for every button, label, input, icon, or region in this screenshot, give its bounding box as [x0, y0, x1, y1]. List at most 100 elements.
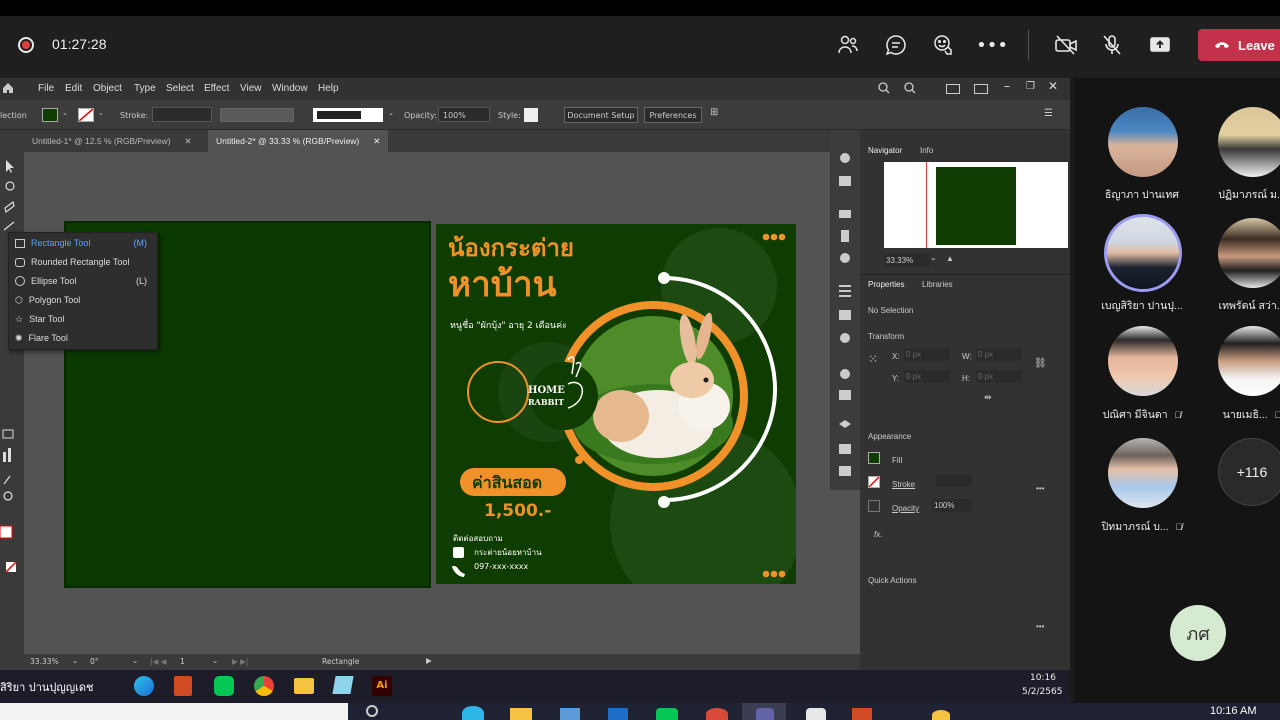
style-swatch[interactable]	[524, 108, 538, 122]
tab-libraries[interactable]: Libraries	[922, 280, 953, 289]
link-icon[interactable]: ⛓	[1034, 358, 1047, 369]
chevron-down-icon[interactable]: ⌄	[72, 656, 78, 665]
flyout-rounded-rectangle-tool[interactable]: Rounded Rectangle Tool	[15, 253, 155, 271]
status-artboard[interactable]: 1	[180, 657, 185, 666]
menu-edit[interactable]: Edit	[65, 83, 82, 94]
more-participants-button[interactable]: +116	[1218, 438, 1280, 506]
participants-icon[interactable]	[834, 31, 862, 59]
home-icon[interactable]	[2, 82, 14, 97]
close-icon[interactable]: ✕	[373, 136, 380, 147]
close-icon[interactable]: ✕	[1048, 79, 1058, 93]
more-icon[interactable]: •••	[1036, 622, 1044, 631]
brush-definition-field[interactable]	[313, 108, 383, 122]
leave-button[interactable]: Leave	[1198, 29, 1280, 61]
menu-select[interactable]: Select	[166, 83, 194, 94]
document-setup-button[interactable]: Document Setup	[564, 107, 638, 123]
participant-avatar[interactable]	[1108, 326, 1178, 396]
menu-view[interactable]: View	[240, 83, 262, 94]
opacity-link[interactable]: Opacity	[892, 504, 919, 513]
participant-avatar[interactable]	[1218, 107, 1280, 177]
raise-hand-icon[interactable]	[930, 31, 958, 59]
participant-avatar[interactable]	[1218, 218, 1280, 288]
stroke-link[interactable]: Stroke	[892, 480, 915, 489]
more-icon[interactable]: •••	[1036, 484, 1044, 493]
tools-icons[interactable]	[0, 152, 24, 667]
appearance-stroke-swatch[interactable]	[868, 476, 880, 488]
weather-icon[interactable]	[932, 710, 950, 720]
arrange-docs-icon[interactable]	[946, 84, 960, 94]
menu-help[interactable]: Help	[318, 83, 339, 94]
fx-button[interactable]: fx.	[874, 530, 882, 539]
camera-off-icon[interactable]	[1052, 31, 1080, 59]
fill-swatch[interactable]	[42, 108, 58, 122]
artboard-first-icon[interactable]: |◀ ◀	[150, 657, 166, 666]
powerpoint-icon[interactable]	[852, 708, 872, 720]
h-field[interactable]: 0 px	[976, 370, 1022, 383]
tab-navigator[interactable]: Navigator	[868, 146, 902, 155]
panel-menu-icon[interactable]: ☰	[1044, 108, 1053, 119]
participant-avatar[interactable]	[1108, 438, 1178, 508]
edge-icon[interactable]	[462, 706, 484, 720]
minimize-icon[interactable]: –	[1004, 79, 1010, 93]
navigator-zoom-field[interactable]: 33.33%	[884, 254, 930, 267]
app-icon[interactable]	[332, 676, 354, 694]
more-options-icon[interactable]: •••	[976, 31, 1008, 59]
chevron-down-icon[interactable]: ⌄	[388, 109, 394, 117]
chevron-down-icon[interactable]: ⌄	[930, 253, 937, 262]
share-screen-icon[interactable]	[1146, 31, 1174, 59]
flyout-rectangle-tool[interactable]: Rectangle Tool (M)	[15, 234, 155, 252]
flyout-polygon-tool[interactable]: ⬡ Polygon Tool	[15, 291, 155, 309]
participant-avatar[interactable]	[1218, 326, 1280, 396]
menu-file[interactable]: File	[38, 83, 54, 94]
line-app-icon[interactable]	[214, 676, 234, 696]
menu-type[interactable]: Type	[134, 83, 156, 94]
chevron-down-icon[interactable]: ⌄	[98, 109, 104, 117]
illustrator-icon[interactable]: Ai	[372, 676, 392, 696]
w-field[interactable]: 0 px	[976, 348, 1022, 361]
edge-icon[interactable]	[134, 676, 154, 696]
preferences-button[interactable]: Preferences	[644, 107, 702, 123]
status-arrow-icon[interactable]: ▶	[426, 656, 432, 665]
chevron-down-icon[interactable]: ⌄	[132, 656, 138, 665]
participant-avatar[interactable]	[1108, 107, 1178, 177]
stroke-weight-field[interactable]	[152, 107, 212, 122]
search-icon[interactable]	[904, 82, 916, 97]
tab-untitled-1[interactable]: Untitled-1* @ 12.5 % (RGB/Preview) ✕	[24, 130, 200, 152]
panel-icons[interactable]	[830, 130, 860, 490]
status-rotation[interactable]: 0°	[90, 657, 99, 666]
reference-point-icon[interactable]: ⁙	[868, 352, 878, 366]
menu-effect[interactable]: Effect	[204, 83, 229, 94]
artboard-next-icon[interactable]: ▶ ▶|	[232, 657, 248, 666]
file-explorer-icon[interactable]	[294, 678, 314, 694]
stroke-none-swatch[interactable]	[78, 108, 94, 122]
flyout-star-tool[interactable]: ☆ Star Tool	[15, 310, 155, 328]
stroke-weight-field[interactable]	[936, 474, 972, 487]
chrome-icon[interactable]	[706, 708, 728, 720]
chevron-down-icon[interactable]: ⌄	[212, 656, 218, 665]
tab-properties[interactable]: Properties	[868, 280, 904, 289]
menu-object[interactable]: Object	[93, 83, 122, 94]
menu-window[interactable]: Window	[272, 83, 308, 94]
line-app-icon[interactable]	[656, 708, 678, 720]
navigator-preview[interactable]	[884, 162, 1068, 248]
zoom-out-icon[interactable]: ▲	[946, 254, 954, 263]
self-avatar[interactable]: ภศ	[1170, 605, 1226, 661]
workspace-icon[interactable]	[974, 84, 988, 94]
arrange-icon[interactable]: ⊞	[710, 107, 718, 118]
maximize-icon[interactable]: ❐	[1026, 81, 1035, 92]
x-field[interactable]: 0 px	[904, 348, 950, 361]
tab-info[interactable]: Info	[920, 146, 933, 155]
participant-avatar-speaking[interactable]	[1104, 214, 1182, 292]
search-help-icon[interactable]	[878, 82, 890, 97]
taskbar-search-box[interactable]	[0, 703, 348, 720]
y-field[interactable]: 0 px	[904, 370, 950, 383]
chevron-down-icon[interactable]: ⌄	[62, 109, 68, 117]
mail-icon[interactable]	[608, 708, 628, 720]
tab-untitled-2[interactable]: Untitled-2* @ 33.33 % (RGB/Preview) ✕	[208, 130, 389, 152]
mic-off-icon[interactable]	[1098, 31, 1126, 59]
flyout-flare-tool[interactable]: ✺ Flare Tool	[15, 329, 155, 347]
appearance-fill-swatch[interactable]	[868, 452, 880, 464]
powerpoint-icon[interactable]	[174, 676, 192, 696]
flip-icon[interactable]: ⇹	[984, 392, 992, 403]
opacity-field[interactable]: 100%	[438, 107, 490, 122]
